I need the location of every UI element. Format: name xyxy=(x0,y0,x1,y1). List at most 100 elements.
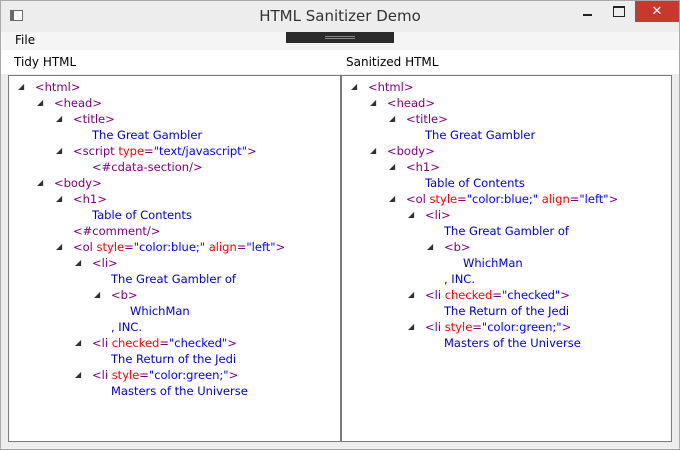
node-val: "checked" xyxy=(501,288,561,302)
tree-node[interactable]: WhichMan xyxy=(130,304,190,318)
tree-node[interactable]: <title> xyxy=(406,112,448,126)
node-attr: style xyxy=(96,240,125,254)
tree-node[interactable]: <head> xyxy=(387,96,435,110)
node-txt: WhichMan xyxy=(130,304,190,318)
tree-node[interactable]: <li> xyxy=(425,208,451,222)
tree-node[interactable]: Masters of the Universe xyxy=(444,336,581,350)
node-val: "color:blue;" xyxy=(466,192,539,206)
close-button[interactable]: ✕ xyxy=(635,1,679,22)
node-tag: > xyxy=(608,192,619,206)
tree-node[interactable]: , INC. xyxy=(111,320,142,334)
expander-icon[interactable]: ◢ xyxy=(408,288,414,302)
tree-node[interactable]: <title> xyxy=(73,112,115,126)
expander-icon[interactable]: ◢ xyxy=(408,208,414,222)
tidy-html-label: Tidy HTML xyxy=(14,55,77,69)
tree-node[interactable]: <li> xyxy=(92,256,118,270)
expander-icon[interactable]: ◢ xyxy=(94,288,100,302)
node-tag: <#cdata-section/> xyxy=(92,160,203,174)
node-tag: > xyxy=(227,336,237,350)
tree-node[interactable]: <h1> xyxy=(406,160,440,174)
node-tag: <body> xyxy=(387,144,435,158)
node-tag: <li xyxy=(92,368,112,382)
expander-icon[interactable]: ◢ xyxy=(427,240,433,254)
tree-node[interactable]: <li style="color:green;"> xyxy=(425,320,571,334)
menu-file[interactable]: File xyxy=(15,33,35,47)
node-tag: <body> xyxy=(54,176,102,190)
tree-node[interactable]: <#cdata-section/> xyxy=(92,160,203,174)
tree-node[interactable]: Table of Contents xyxy=(92,208,192,222)
tree-node[interactable]: The Great Gambler xyxy=(425,128,535,142)
tree-node[interactable]: The Great Gambler of xyxy=(111,272,236,286)
tidy-html-tree[interactable]: ◢ <html> ◢ <head> ◢ <title> The Great Gambler ◢… xyxy=(8,75,341,442)
expander-icon[interactable]: ◢ xyxy=(56,240,62,254)
expander-icon[interactable]: ◢ xyxy=(75,336,81,350)
expander-icon[interactable]: ◢ xyxy=(370,96,376,110)
expander-icon[interactable]: ◢ xyxy=(351,80,357,94)
tree-node[interactable]: <html> xyxy=(368,80,413,94)
tree-node[interactable]: Masters of the Universe xyxy=(111,384,248,398)
tree-node[interactable]: <h1> xyxy=(73,192,107,206)
node-txt: Table of Contents xyxy=(92,208,192,222)
node-tag: = xyxy=(472,320,482,334)
node-tag: <title> xyxy=(406,112,448,126)
tree-node[interactable]: <li style="color:green;"> xyxy=(92,368,238,382)
node-val: "color:green;" xyxy=(148,368,229,382)
node-tag: > xyxy=(246,144,257,158)
node-tag: = xyxy=(144,144,154,158)
minimize-button[interactable] xyxy=(573,1,601,22)
node-txt: Masters of the Universe xyxy=(111,384,248,398)
node-attr: align xyxy=(208,240,237,254)
node-tag: > xyxy=(228,368,239,382)
node-tag: = xyxy=(139,368,149,382)
sanitized-html-tree[interactable]: ◢ <html> ◢ <head> ◢ <title> The Great Gambler ◢… xyxy=(341,75,672,442)
tree-node[interactable]: <body> xyxy=(54,176,102,190)
expander-icon[interactable]: ◢ xyxy=(389,112,395,126)
tree-node[interactable]: <li checked="checked"> xyxy=(92,336,237,350)
tree-node[interactable]: The Great Gambler of xyxy=(444,224,569,238)
resize-grip[interactable] xyxy=(286,32,394,43)
node-tag: <h1> xyxy=(406,160,440,174)
tree-node[interactable]: , INC. xyxy=(444,272,475,286)
tree-node[interactable]: The Return of the Jedi xyxy=(444,304,569,318)
tree-node[interactable]: <#comment/> xyxy=(73,224,160,238)
minimize-icon xyxy=(582,13,592,16)
tree-node[interactable]: <script type="text/javascript"> xyxy=(73,144,257,158)
expander-icon[interactable]: ◢ xyxy=(37,176,43,190)
tree-node[interactable]: <li checked="checked"> xyxy=(425,288,570,302)
node-val: "left" xyxy=(579,192,609,206)
node-txt: , INC. xyxy=(444,272,475,286)
expander-icon[interactable]: ◢ xyxy=(56,112,62,126)
expander-icon[interactable]: ◢ xyxy=(18,80,24,94)
expander-icon[interactable]: ◢ xyxy=(370,144,376,158)
node-val: "checked" xyxy=(168,336,228,350)
tree-node[interactable]: <head> xyxy=(54,96,102,110)
expander-icon[interactable]: ◢ xyxy=(389,160,395,174)
tree-node[interactable]: Table of Contents xyxy=(425,176,525,190)
node-tag: <script xyxy=(73,144,119,158)
maximize-button[interactable] xyxy=(605,1,633,22)
sanitized-html-label: Sanitized HTML xyxy=(346,55,439,69)
node-val: "text/javascript" xyxy=(153,144,247,158)
tree-node[interactable]: <ol style="color:blue;" align="left"> xyxy=(406,192,618,206)
title-bar[interactable]: HTML Sanitizer Demo ✕ xyxy=(1,1,679,32)
expander-icon[interactable]: ◢ xyxy=(389,192,395,206)
node-tag: <b> xyxy=(444,240,471,254)
node-tag: > xyxy=(275,240,286,254)
tree-node[interactable]: The Return of the Jedi xyxy=(111,352,236,366)
expander-icon[interactable]: ◢ xyxy=(56,192,62,206)
tree-node[interactable]: <b> xyxy=(111,288,138,302)
tree-node[interactable]: The Great Gambler xyxy=(92,128,202,142)
expander-icon[interactable]: ◢ xyxy=(75,368,81,382)
tree-node[interactable]: <b> xyxy=(444,240,471,254)
expander-icon[interactable]: ◢ xyxy=(408,320,414,334)
tree-node[interactable]: WhichMan xyxy=(463,256,523,270)
node-val: "color:green;" xyxy=(481,320,562,334)
tree-node[interactable]: <body> xyxy=(387,144,435,158)
expander-icon[interactable]: ◢ xyxy=(56,144,62,158)
expander-icon[interactable]: ◢ xyxy=(75,256,81,270)
tree-node[interactable]: <ol style="color:blue;" align="left"> xyxy=(73,240,285,254)
expander-icon[interactable]: ◢ xyxy=(37,96,43,110)
tree-node[interactable]: <html> xyxy=(35,80,80,94)
node-tag: <li> xyxy=(92,256,118,270)
node-txt: The Great Gambler xyxy=(425,128,536,142)
